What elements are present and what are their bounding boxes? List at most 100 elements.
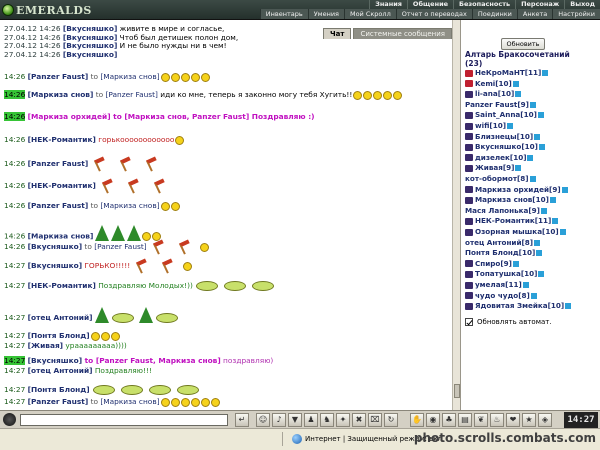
kick-icon[interactable]: ✦ [336,413,350,427]
target-nick[interactable]: [Маркиза снов] [100,72,159,81]
info-icon[interactable] [515,165,522,172]
tab-chat[interactable]: Чат [323,28,352,39]
user-name[interactable]: отец Антоний[8] [465,238,533,247]
user-name[interactable]: li-ana[10] [475,89,514,98]
info-icon[interactable] [527,154,534,161]
nick[interactable]: [Маркиза снов] [28,232,94,241]
walk-icon[interactable]: ♞ [320,413,334,427]
clear-icon[interactable]: ⌧ [368,413,382,427]
nick[interactable]: [Вкусняшко] [63,50,117,59]
target-nick[interactable]: [Маркиза снов] [100,201,159,210]
user-list-item[interactable]: Озорная мышка[10] [465,227,566,237]
book-icon[interactable]: ▤ [458,413,472,427]
nav-item[interactable]: Инвентарь [259,9,308,19]
nav-item[interactable]: Общение [406,0,453,9]
info-icon[interactable] [538,271,545,278]
bag-icon[interactable]: ◉ [426,413,440,427]
user-name[interactable]: Kemi[10] [475,79,512,88]
user-list-item[interactable]: Ядовитая Змейка[10] [465,301,572,311]
user-list-item[interactable]: Panzer Faust[9] [465,100,536,110]
info-icon[interactable] [561,186,568,193]
info-icon[interactable] [534,239,541,246]
refresh-button[interactable]: Обновить [501,38,545,50]
user-list-item[interactable]: отец Антоний[8] [465,238,541,248]
nick[interactable]: [НЕК-Романтик] [28,181,96,190]
target-nick[interactable]: [Маркиза снов] [100,397,159,406]
info-icon[interactable] [512,260,519,267]
info-icon[interactable] [549,197,556,204]
user-name[interactable]: Понтя Блонд[10] [465,248,535,257]
info-icon[interactable] [552,218,559,225]
map-icon[interactable]: ◈ [538,413,552,427]
nick[interactable]: [Вкусняшко] [28,261,82,270]
info-icon[interactable] [522,282,529,288]
user-list-item[interactable]: Топатушка[10] [465,269,545,279]
tab-system-messages[interactable]: Системные сообщения [353,28,452,39]
user-list-item[interactable]: Спиро[9] [465,259,519,269]
silence-icon[interactable]: ✖ [352,413,366,427]
user-list-item[interactable]: чудо чудо[8] [465,291,537,301]
user-name[interactable]: НеКроМаНТ[11] [475,68,541,77]
user-name[interactable]: умелая[11] [475,280,522,289]
nick[interactable]: [Маркиза орхидей] [28,112,111,121]
user-name[interactable]: Мася Лапонька[9] [465,206,540,215]
chat-scrollbar[interactable] [452,20,460,410]
user-list-item[interactable]: дизелек[10] [465,153,534,163]
user-name[interactable]: Маркиза снов[10] [475,195,549,204]
user-list-item[interactable]: НеКроМаНТ[11] [465,68,549,78]
nick[interactable]: [Понтя Блонд] [28,385,90,394]
nick[interactable]: [Panzer Faust] [28,72,89,81]
nick[interactable]: [НЕК-Романтик] [28,281,96,290]
music-icon[interactable]: ♪ [272,413,286,427]
info-icon[interactable] [559,229,566,235]
nav-item[interactable]: Знания [369,0,407,9]
user-name[interactable]: Вкусняшко[10] [475,142,538,151]
auto-refresh-checkbox[interactable] [465,318,473,326]
user-list-item[interactable]: Живая[9] [465,163,522,173]
bell-icon[interactable]: ♨ [490,413,504,427]
user-name[interactable]: чудо чудо[8] [475,291,530,300]
chat-input-icon[interactable] [3,413,16,426]
nick[interactable]: [Маркиза снов] [28,90,94,99]
nick[interactable]: [Panzer Faust] [28,201,89,210]
user-name[interactable]: Ядовитая Змейка[10] [475,301,564,310]
user-name[interactable]: Panzer Faust[9] [465,100,529,109]
hand-icon[interactable]: ✋ [410,413,424,427]
user-name[interactable]: Маркиза орхидей[9] [475,185,561,194]
nav-item[interactable]: Анкета [516,9,553,19]
nick[interactable]: [Живая] [28,341,63,350]
nav-item[interactable]: Умения [307,9,344,19]
info-icon[interactable] [537,112,544,119]
user-name[interactable]: Близнецы[10] [475,132,533,141]
user-name[interactable]: Saint_Anna[10] [475,110,537,119]
target-nick[interactable]: [Panzer Faust] [105,90,157,99]
user-name[interactable]: Топатушка[10] [475,269,537,278]
nav-item[interactable]: Персонаж [515,0,564,9]
user-name[interactable]: Озорная мышка[10] [475,227,559,236]
nav-item[interactable]: Отчет о переводах [395,9,472,19]
info-icon[interactable] [538,144,545,151]
user-list-item[interactable]: Мася Лапонька[9] [465,206,547,216]
heart-icon[interactable]: ❤ [506,413,520,427]
user-list-item[interactable]: кот-обормот[8] [465,174,536,184]
nick[interactable]: [Понтя Блонд] [28,331,90,340]
user-list-item[interactable]: Понтя Блонд[10] [465,248,543,258]
star-icon[interactable]: ★ [522,413,536,427]
user-list-item[interactable]: умелая[11] [465,280,529,290]
nick[interactable]: [Вкусняшко] [28,356,82,365]
clover-icon[interactable]: ♣ [442,413,456,427]
info-icon[interactable] [565,303,572,310]
info-icon[interactable] [512,80,519,87]
nav-item[interactable]: Мой Скролл [343,9,396,19]
nick[interactable]: [Panzer Faust] [28,397,89,406]
user-name[interactable]: кот-обормот[8] [465,174,529,183]
message-input[interactable] [20,414,228,426]
send-icon[interactable]: ↵ [235,413,249,427]
scroll-icon[interactable]: ❦ [474,413,488,427]
user-list-item[interactable]: Маркиза снов[10] [465,195,556,205]
nav-item[interactable]: Безопасность [453,0,515,9]
user-list-item[interactable]: Вкусняшко[10] [465,142,545,152]
user-list-item[interactable]: Близнецы[10] [465,132,541,142]
user-name[interactable]: Живая[9] [475,163,514,172]
auto-refresh-row[interactable]: Обновлять автомат. [465,318,552,326]
